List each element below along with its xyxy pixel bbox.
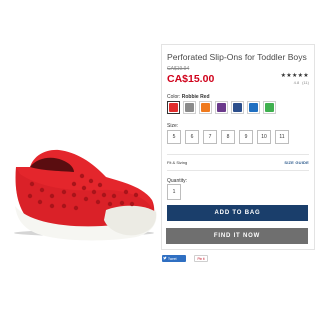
size-option-10[interactable]: 10 bbox=[257, 130, 271, 144]
swatch-fill bbox=[169, 103, 178, 112]
swatch-fill bbox=[249, 103, 258, 112]
size-option-5[interactable]: 5 bbox=[167, 130, 181, 144]
color-swatch-blue[interactable] bbox=[247, 101, 260, 114]
review-count: (11) bbox=[302, 80, 309, 85]
color-swatch-orange[interactable] bbox=[199, 101, 212, 114]
color-label: Color: Robbie Red bbox=[167, 94, 210, 100]
twitter-bird-icon bbox=[163, 256, 167, 261]
find-it-now-button[interactable]: FIND IT NOW bbox=[166, 228, 308, 244]
size-label: Size: bbox=[167, 123, 179, 129]
product-image bbox=[4, 44, 160, 262]
size-option-8[interactable]: 8 bbox=[221, 130, 235, 144]
color-swatches bbox=[167, 101, 276, 114]
fit-sizing-row: Fit & Sizing SIZE GUIDE bbox=[167, 154, 309, 171]
swatch-fill bbox=[217, 103, 226, 112]
swatch-fill bbox=[233, 103, 242, 112]
swatch-fill bbox=[201, 103, 210, 112]
product-details-panel: Perforated Slip-Ons for Toddler Boys CA$… bbox=[161, 44, 315, 250]
size-guide-link[interactable]: SIZE GUIDE bbox=[284, 160, 309, 165]
tweet-label: Tweet bbox=[168, 256, 177, 261]
sale-price: CA$15.00 bbox=[167, 73, 215, 85]
size-option-9[interactable]: 9 bbox=[239, 130, 253, 144]
swatch-fill bbox=[185, 103, 194, 112]
color-swatch-red[interactable] bbox=[167, 101, 180, 114]
selected-color-name: Robbie Red bbox=[181, 94, 210, 100]
color-swatch-gray[interactable] bbox=[183, 101, 196, 114]
color-label-text: Color: bbox=[167, 94, 181, 100]
original-price: CA$19.94 bbox=[167, 66, 190, 72]
rating-stars[interactable]: ★★★★★ bbox=[281, 72, 309, 79]
swatch-fill bbox=[265, 103, 274, 112]
color-swatch-navy[interactable] bbox=[231, 101, 244, 114]
pin-it-button[interactable]: Pin it bbox=[194, 255, 208, 262]
size-option-7[interactable]: 7 bbox=[203, 130, 217, 144]
size-option-11[interactable]: 11 bbox=[275, 130, 289, 144]
tweet-button[interactable]: Tweet bbox=[162, 255, 186, 262]
size-options: 5 6 7 8 9 10 11 bbox=[167, 130, 289, 144]
rating-value: 4.8 bbox=[293, 80, 300, 85]
size-option-6[interactable]: 6 bbox=[185, 130, 199, 144]
fit-sizing-label: Fit & Sizing bbox=[167, 160, 188, 165]
color-swatch-purple[interactable] bbox=[215, 101, 228, 114]
quantity-input[interactable]: 1 bbox=[167, 184, 181, 200]
product-title: Perforated Slip-Ons for Toddler Boys bbox=[167, 52, 307, 62]
rating-summary[interactable]: 4.8 (11) bbox=[294, 80, 309, 85]
shoe-illustration bbox=[14, 149, 157, 241]
add-to-bag-button[interactable]: ADD TO BAG bbox=[167, 205, 308, 221]
color-swatch-green[interactable] bbox=[263, 101, 276, 114]
